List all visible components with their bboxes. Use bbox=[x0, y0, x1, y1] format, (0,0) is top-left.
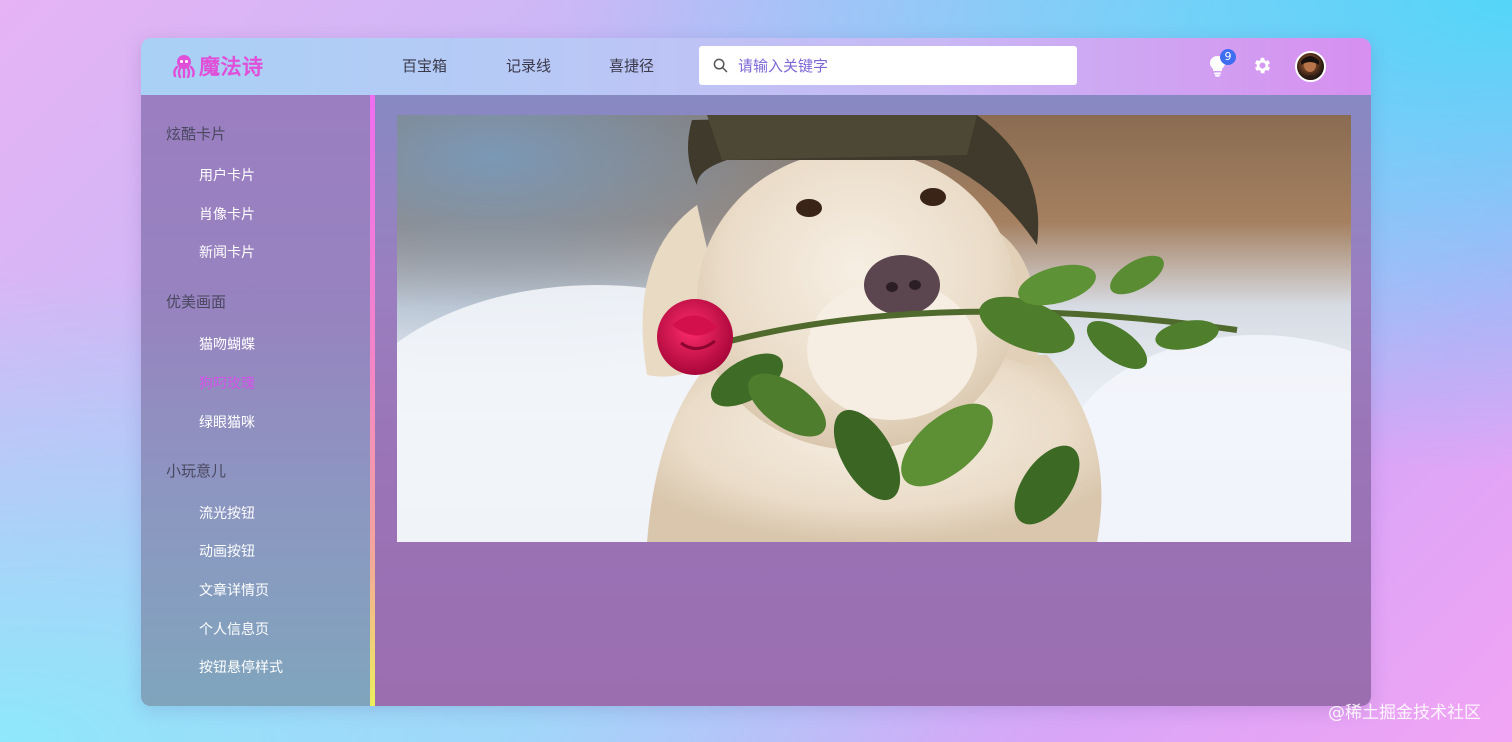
sidebar-item-button-hover[interactable]: 按钮悬停样式 bbox=[199, 657, 283, 677]
sidebar-item-portrait-card[interactable]: 肖像卡片 bbox=[199, 204, 255, 224]
search-box bbox=[699, 46, 1077, 85]
dog-with-rose-illustration bbox=[397, 115, 1351, 542]
search-input[interactable] bbox=[736, 55, 1060, 76]
sidebar-item-user-card[interactable]: 用户卡片 bbox=[199, 165, 255, 185]
brand-name: 魔法诗 bbox=[199, 55, 264, 79]
sidebar: 炫酷卡片 用户卡片 肖像卡片 新闻卡片 优美画面 猫吻蝴蝶 狗叼玫瑰 绿眼猫咪 … bbox=[141, 95, 370, 706]
nav-item-shortcut[interactable]: 喜捷径 bbox=[609, 55, 654, 76]
avatar[interactable] bbox=[1295, 51, 1326, 82]
sidebar-item-animated-button[interactable]: 动画按钮 bbox=[199, 541, 255, 561]
sidebar-group-gadgets[interactable]: 小玩意儿 bbox=[166, 460, 226, 481]
sidebar-divider bbox=[370, 95, 375, 706]
dog-rose-image bbox=[397, 115, 1351, 542]
sidebar-group-cool-cards[interactable]: 炫酷卡片 bbox=[166, 123, 226, 144]
settings-button[interactable] bbox=[1252, 55, 1273, 80]
octopus-logo-icon bbox=[173, 55, 195, 79]
sidebar-item-green-eyed-cat[interactable]: 绿眼猫咪 bbox=[199, 412, 255, 432]
logo[interactable]: 魔法诗 bbox=[171, 51, 264, 81]
sidebar-item-cat-kiss-butterfly[interactable]: 猫吻蝴蝶 bbox=[199, 334, 255, 354]
search-icon bbox=[713, 58, 728, 73]
gear-icon bbox=[1254, 57, 1271, 74]
watermark: @稀土掘金技术社区 bbox=[1328, 703, 1481, 723]
nav-item-record-line[interactable]: 记录线 bbox=[506, 55, 551, 76]
nav-item-treasure-box[interactable]: 百宝箱 bbox=[402, 55, 447, 76]
notification-badge: 9 bbox=[1220, 49, 1236, 65]
sidebar-item-dog-rose[interactable]: 狗叼玫瑰 bbox=[199, 373, 255, 393]
app-window: 魔法诗 百宝箱 记录线 喜捷径 9 bbox=[141, 38, 1371, 706]
sidebar-item-article-detail[interactable]: 文章详情页 bbox=[199, 580, 269, 600]
sidebar-item-news-card[interactable]: 新闻卡片 bbox=[199, 242, 255, 262]
top-bar: 魔法诗 百宝箱 记录线 喜捷径 9 bbox=[141, 38, 1371, 96]
sidebar-item-profile-page[interactable]: 个人信息页 bbox=[199, 619, 269, 639]
sidebar-group-beautiful-scenes[interactable]: 优美画面 bbox=[166, 291, 226, 312]
avatar-image bbox=[1300, 56, 1321, 80]
content-area: 炫酷卡片 用户卡片 肖像卡片 新闻卡片 优美画面 猫吻蝴蝶 狗叼玫瑰 绿眼猫咪 … bbox=[141, 95, 1371, 706]
sidebar-item-glow-button[interactable]: 流光按钮 bbox=[199, 503, 255, 523]
